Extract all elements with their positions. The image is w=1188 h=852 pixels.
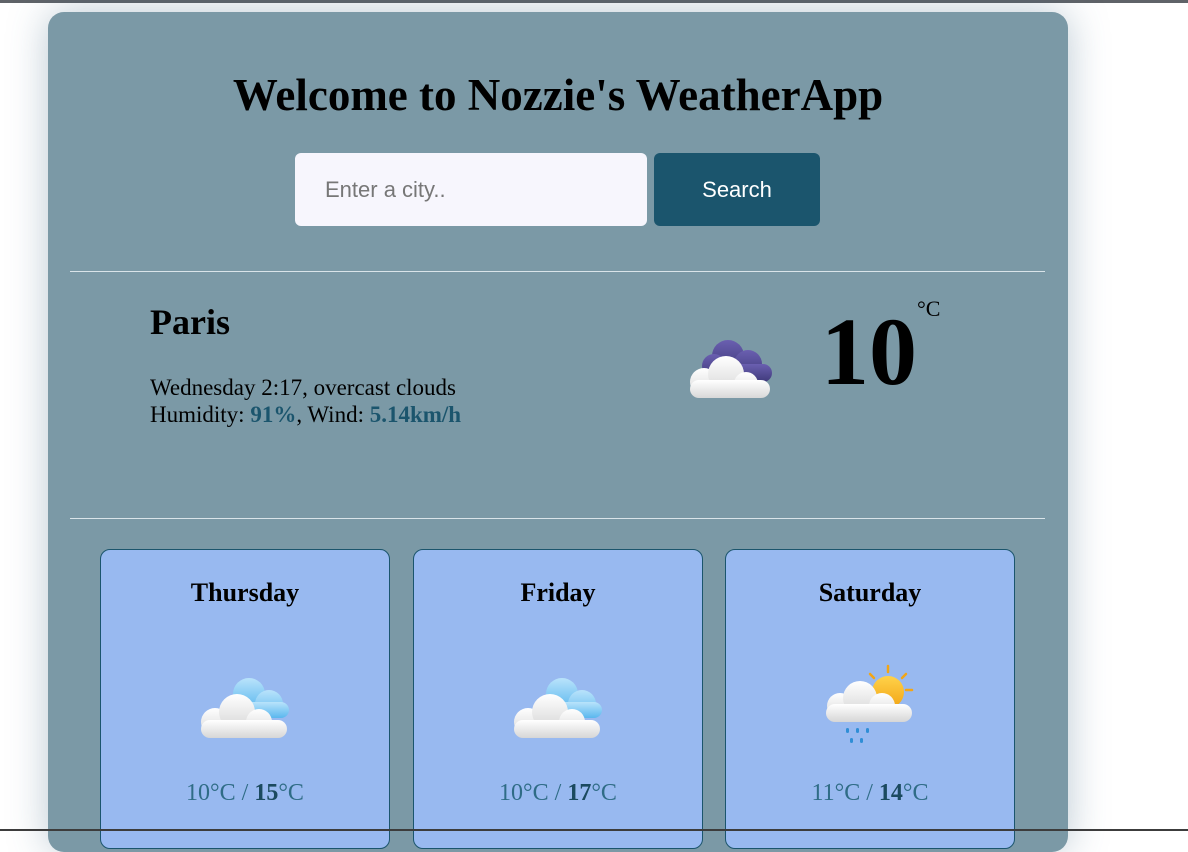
page-title: Welcome to Nozzie's WeatherApp (232, 70, 884, 120)
search-button[interactable]: Search (654, 153, 820, 226)
forecast-separator: / (548, 780, 568, 806)
humidity-label: Humidity: (150, 402, 251, 427)
forecast-card-friday: Friday 10°C / 17°C (413, 549, 703, 849)
current-temperature: 10 (821, 298, 917, 405)
forecast-day: Friday (520, 578, 596, 607)
forecast-min: 10°C (186, 780, 236, 806)
divider-top (70, 271, 1045, 272)
city-search-input[interactable] (295, 153, 647, 226)
forecast-day: Thursday (190, 578, 300, 607)
wind-label: , Wind: (296, 402, 370, 427)
forecast-max: 15 (254, 780, 279, 806)
forecast-max-unit: °C (591, 780, 617, 806)
weather-app-container: Welcome to Nozzie's WeatherApp Search Pa… (48, 12, 1068, 852)
forecast-card-thursday: Thursday 10°C / 15°C (100, 549, 390, 849)
forecast-separator: / (235, 780, 255, 806)
sun-rain-icon (826, 664, 914, 743)
current-details: Wednesday 2:17, overcast clouds Humidity… (150, 374, 461, 428)
overcast-clouds-icon (690, 340, 772, 398)
forecast-max-unit: °C (902, 780, 929, 806)
current-stats: Humidity: 91%, Wind: 5.14km/h (150, 401, 461, 428)
forecast-temps: 11°C / 14°C (726, 780, 1014, 807)
forecast-max: 17 (567, 780, 592, 806)
cloudy-icon (514, 678, 602, 738)
humidity-value: 91% (250, 402, 297, 427)
forecast-separator: / (860, 780, 879, 806)
forecast-max: 14 (878, 780, 903, 806)
forecast-day: Saturday (818, 578, 922, 607)
cloudy-icon (201, 678, 289, 738)
forecast-min: 10°C (499, 780, 549, 806)
current-description: Wednesday 2:17, overcast clouds (150, 375, 457, 400)
forecast-card-saturday: Saturday 11°C / 14°C (725, 549, 1015, 849)
forecast-min: 11°C (811, 780, 861, 806)
city-name: Paris (150, 302, 230, 342)
forecast-temps: 10°C / 15°C (101, 780, 389, 807)
forecast-temps: 10°C / 17°C (414, 780, 702, 807)
wind-value: 5.14km/h (369, 402, 462, 427)
temperature-unit: °C (917, 296, 941, 321)
browser-top-border (0, 0, 1188, 3)
forecast-max-unit: °C (278, 780, 304, 806)
divider-bottom (70, 518, 1045, 519)
